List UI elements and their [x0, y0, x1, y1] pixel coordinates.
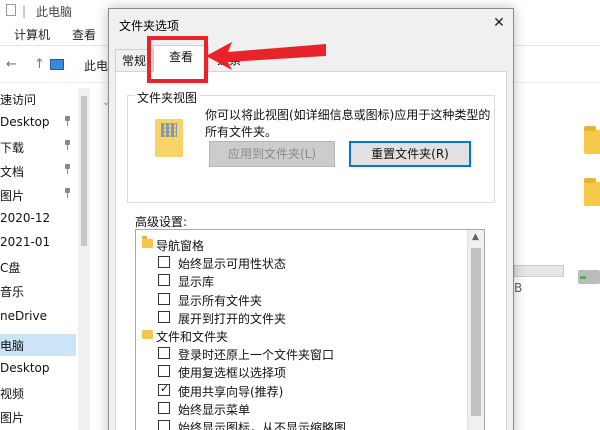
pin-icon	[64, 188, 71, 198]
settings-option[interactable]: 始终显示图标，从不显示缩略图	[136, 416, 466, 430]
checkbox[interactable]	[158, 401, 170, 414]
sidebar-item[interactable]: 速访问	[0, 88, 86, 110]
sidebar-scroll-thumb[interactable]	[81, 96, 87, 246]
sidebar-item[interactable]: 2021-01	[0, 232, 86, 254]
sidebar-item-label: 下载	[0, 141, 25, 155]
pin-icon	[64, 164, 71, 174]
settings-category: 文件和文件夹	[136, 325, 466, 345]
sidebar-item[interactable]: 2020-12	[0, 208, 86, 230]
sidebar-item-label: 图片	[0, 411, 25, 425]
explorer-title: 此电脑	[36, 5, 73, 19]
sidebar-item-label: 视频	[0, 387, 25, 401]
sidebar-item-label: 音乐	[0, 285, 25, 299]
advanced-settings-list[interactable]: ▲ 导航窗格 始终显示可用性状态 显示库 显示所有文件夹 展开到打开的文件夹 文件和文件夹…	[135, 229, 485, 430]
settings-option[interactable]: 显示库	[136, 270, 466, 290]
sidebar-item-label: 速访问	[0, 93, 37, 107]
sidebar-item[interactable]: 音乐	[0, 280, 86, 302]
annotation-arrow-icon	[206, 42, 326, 70]
settings-option[interactable]: 展开到打开的文件夹	[136, 307, 466, 327]
sidebar-scrollbar[interactable]	[78, 88, 90, 430]
sidebar-item-label: Desktop	[0, 361, 50, 375]
scroll-up-icon[interactable]: ▲	[472, 232, 479, 242]
annotation-highlight-box	[147, 36, 208, 83]
folder-icon	[142, 330, 153, 339]
sidebar-item[interactable]: 电脑	[0, 334, 76, 356]
checkbox[interactable]	[158, 365, 170, 378]
sidebar-item-label: 文档	[0, 165, 25, 179]
advanced-settings-label: 高级设置:	[135, 215, 188, 229]
sidebar-item-label: 2020-12	[0, 211, 51, 225]
checkbox[interactable]	[158, 274, 170, 287]
checkbox[interactable]	[158, 420, 170, 430]
back-arrow-icon[interactable]: ←	[6, 57, 17, 72]
advanced-list-scrollbar[interactable]: ▲	[467, 230, 484, 430]
settings-option[interactable]: 使用共享向导(推荐)	[136, 380, 466, 400]
settings-option-label: 始终显示图标，从不显示缩略图	[178, 421, 347, 430]
reset-folders-button[interactable]: 重置文件夹(R)	[349, 141, 471, 167]
settings-option[interactable]: 始终显示菜单	[136, 398, 466, 418]
folder-icon[interactable]	[584, 178, 600, 206]
folder-views-legend: 文件夹视图	[135, 89, 200, 106]
navigation-sidebar: 速访问 Desktop 下载文档图片 2020-12 2021-01 C盘音乐 neDriv…	[0, 88, 86, 430]
checkbox[interactable]	[158, 382, 170, 396]
folder-icon	[142, 236, 153, 248]
folder-icon[interactable]	[584, 126, 600, 154]
sidebar-item[interactable]: 下载	[0, 136, 86, 158]
sidebar-item[interactable]: Desktop	[0, 112, 86, 134]
computer-icon	[50, 59, 64, 70]
sidebar-item-label: neDrive	[0, 309, 47, 323]
ribbon-tab-view[interactable]: 查看	[72, 26, 96, 43]
folder-view-icon	[155, 119, 183, 157]
settings-category: 导航窗格	[136, 234, 466, 254]
checkbox[interactable]	[158, 292, 170, 305]
sidebar-item-label: C盘	[0, 261, 21, 275]
pin-icon	[64, 140, 71, 150]
close-icon[interactable]: ✕	[489, 13, 509, 33]
sidebar-item-label: 电脑	[0, 339, 25, 353]
sidebar-item[interactable]: neDrive	[0, 306, 86, 328]
folder-views-description: 你可以将此视图(如详细信息或图标)应用于这种类型的所有文件夹。	[205, 108, 491, 139]
sidebar-item[interactable]: Desktop	[0, 358, 86, 380]
title-separator: |	[22, 4, 27, 18]
disk-usage-bar	[514, 265, 564, 277]
sidebar-item[interactable]: 图片	[0, 406, 86, 428]
settings-option[interactable]: 始终显示可用性状态	[136, 252, 466, 272]
ribbon-tab-computer[interactable]: 计算机	[14, 26, 50, 43]
checkbox[interactable]	[158, 310, 170, 323]
sidebar-item[interactable]: 视频	[0, 382, 86, 404]
sidebar-item[interactable]: 文档	[0, 160, 86, 182]
pin-icon	[64, 116, 71, 126]
sidebar-item-label: 图片	[0, 189, 25, 203]
advanced-list-scroll-thumb[interactable]	[471, 248, 481, 416]
checkbox[interactable]	[158, 347, 170, 360]
settings-option[interactable]: 显示所有文件夹	[136, 289, 466, 309]
settings-option[interactable]: 登录时还原上一个文件夹窗口	[136, 343, 466, 363]
sidebar-item[interactable]: C盘	[0, 256, 86, 278]
disk-label: B	[514, 281, 523, 295]
sidebar-item[interactable]: 图片	[0, 184, 86, 206]
dialog-title: 文件夹选项	[119, 19, 180, 33]
checkbox[interactable]	[158, 256, 170, 269]
apply-to-folders-button[interactable]: 应用到文件夹(L)	[209, 141, 335, 167]
settings-option[interactable]: 使用复选框以选择项	[136, 361, 466, 381]
sidebar-item-label: Desktop	[0, 115, 50, 129]
address-path[interactable]: 此电	[84, 57, 108, 74]
quick-access-icon[interactable]	[6, 4, 16, 16]
sidebar-item-label: 2021-01	[0, 235, 51, 249]
drive-icon[interactable]	[578, 270, 600, 284]
up-arrow-icon[interactable]: ↑	[34, 57, 45, 72]
